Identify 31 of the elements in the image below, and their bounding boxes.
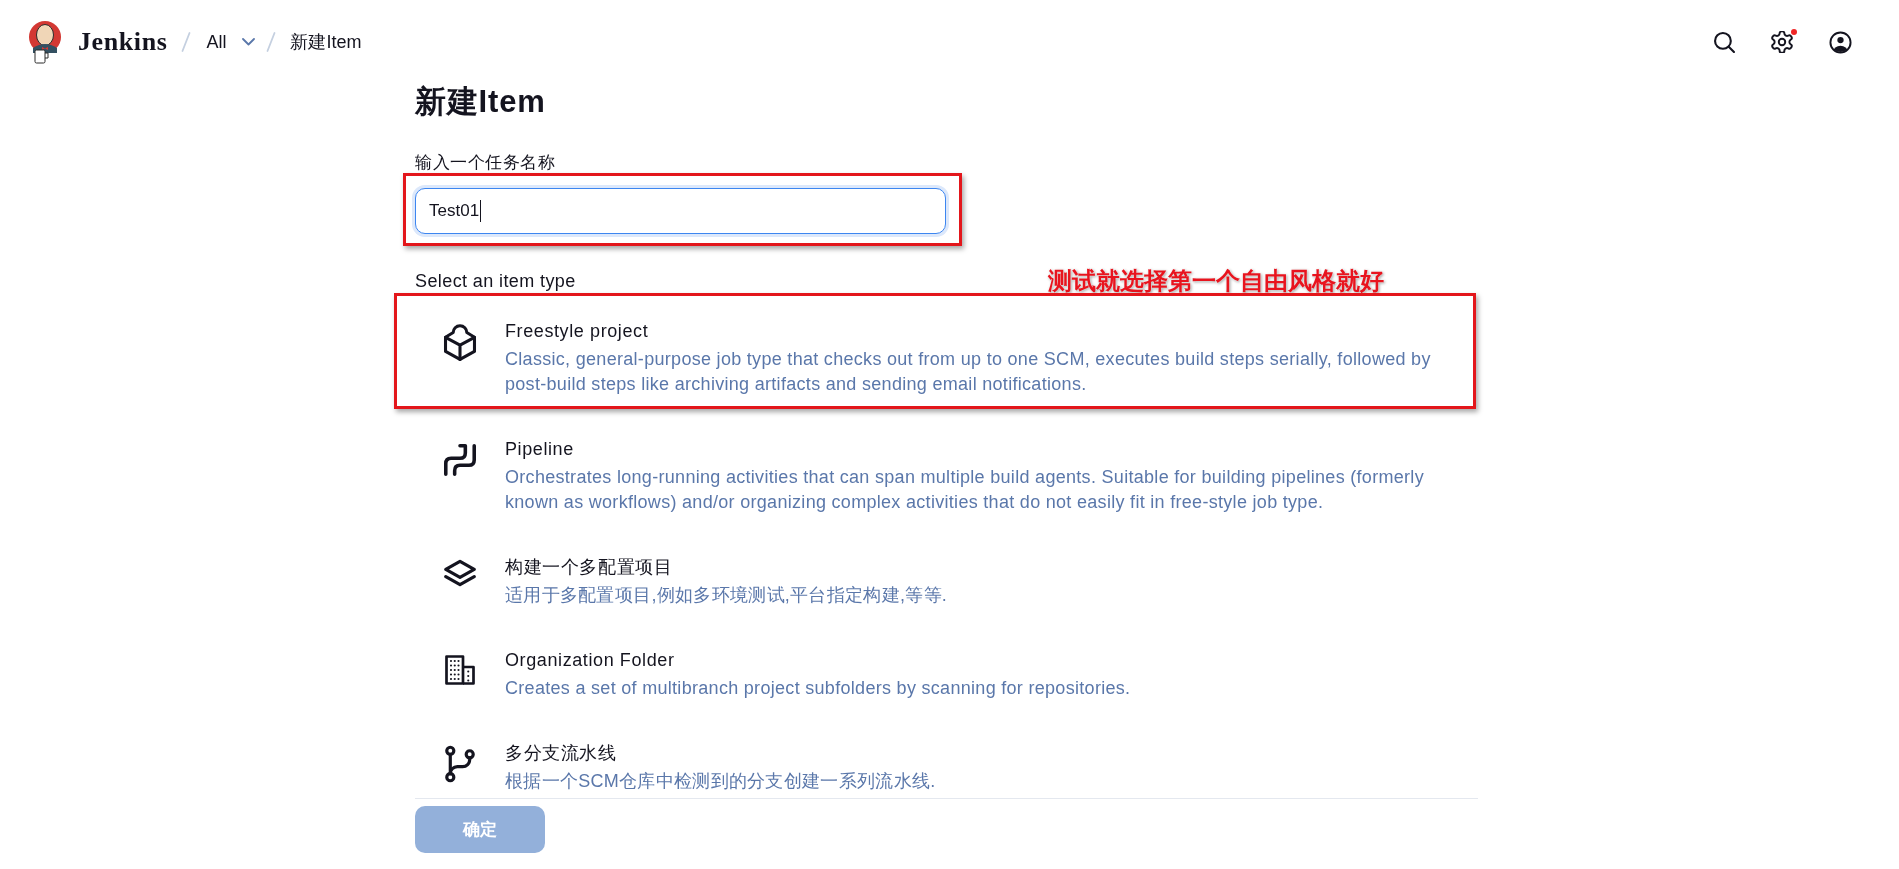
app-name-link[interactable]: Jenkins: [78, 27, 168, 57]
building-icon: [445, 652, 475, 688]
breadcrumb-link[interactable]: All: [206, 30, 227, 54]
item-type-description: Orchestrates long-running activities that can span multiple build agents. Suitable for building pipelines (formerly known as workflows) and/or organizing complex activities that do not easily fit in free-style job type.: [505, 466, 1425, 514]
slash-separator-icon: [181, 32, 192, 52]
text-cursor-icon: [480, 200, 482, 222]
item-type-description: Classic, general-purpose job type that checks out from up to one SCM, executes build steps serially, followed by post-build steps like archiving artifacts and sending email notifications.: [505, 348, 1432, 396]
field-label: 输入一个任务名称: [415, 152, 556, 174]
annotation-note: 测试就选择第一个自由风格就好: [1048, 267, 1384, 295]
chevron-down-icon[interactable]: [242, 38, 256, 46]
name-input[interactable]: Test01: [415, 188, 946, 234]
logo-icon[interactable]: [28, 20, 62, 64]
section-heading: Select an item type: [415, 270, 576, 293]
item-type-title[interactable]: 构建一个多配置项目: [505, 555, 1458, 579]
page-title: 新建Item: [415, 84, 547, 120]
item-type-description: Creates a set of multibranch project subfolders by scanning for repositories.: [505, 677, 1132, 700]
breadcrumb-link[interactable]: 新建Item: [290, 30, 362, 54]
settings-icon[interactable]: [1771, 31, 1793, 53]
item-type-title[interactable]: Organization Folder: [505, 648, 1458, 672]
item-type-title[interactable]: Pipeline: [505, 437, 1458, 461]
item-type-title[interactable]: Freestyle project: [505, 319, 1458, 343]
slash-separator-icon: [266, 32, 277, 52]
account-icon[interactable]: [1829, 30, 1852, 54]
item-type-description: 根据一个SCM仓库中检测到的分支创建一系列流水线.: [505, 770, 937, 793]
layers-icon: [444, 559, 476, 587]
item-type-description: 适用于多配置项目,例如多环境测试,平台指定构建,等等.: [505, 584, 949, 607]
item-type-title[interactable]: 多分支流水线: [505, 741, 1458, 765]
pipeline-icon: [444, 441, 476, 479]
search-icon[interactable]: [1714, 31, 1735, 53]
branch-icon: [445, 745, 475, 783]
cube-icon: [443, 323, 477, 361]
